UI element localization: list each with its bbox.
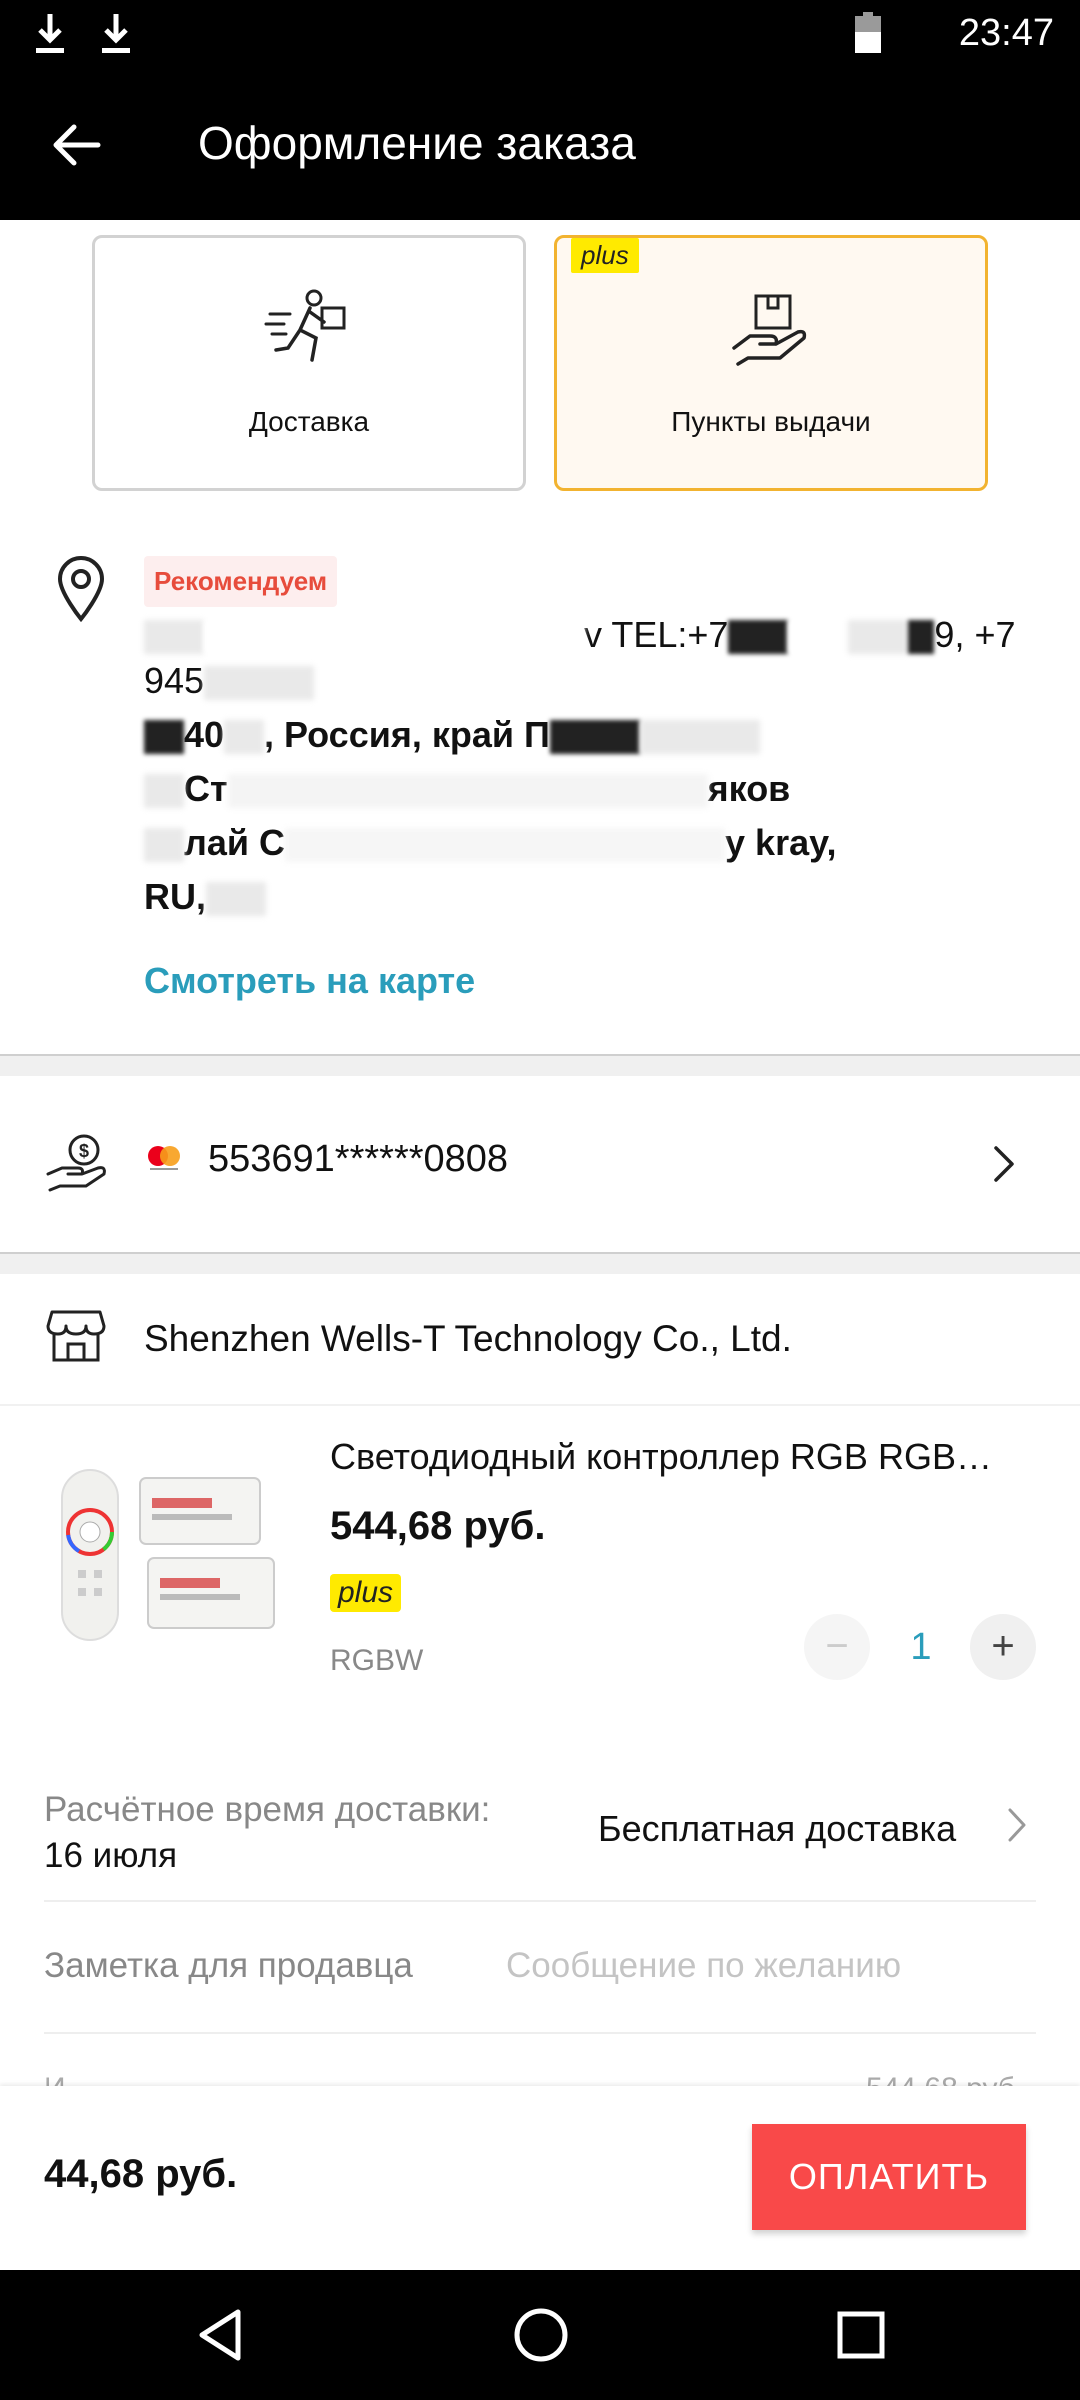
- nav-recents-icon[interactable]: [828, 2302, 894, 2368]
- delivery-option-label: Доставка: [248, 406, 370, 437]
- plus-tag: plus: [571, 238, 639, 273]
- delivery-option-label: Пункты выдачи: [671, 406, 871, 437]
- battery-icon: [855, 12, 881, 53]
- section-divider: [0, 1252, 1080, 1274]
- view-on-map-link[interactable]: Смотреть на карте: [144, 960, 475, 1002]
- chevron-right-icon: [1008, 1808, 1026, 1842]
- seller-note-label: Заметка для продавца: [44, 1946, 413, 1985]
- product-price: 544,68 руб.: [330, 1504, 546, 1548]
- plus-badge: plus: [330, 1574, 402, 1612]
- payment-hand-coin-icon: $: [46, 1134, 106, 1192]
- app-bar: Оформление заказа: [0, 68, 1080, 220]
- page-title: Оформление заказа: [198, 117, 636, 169]
- quantity-decrease-button[interactable]: −: [804, 1614, 870, 1680]
- delivery-eta-label: Расчётное время доставки:: [44, 1790, 491, 1829]
- section-divider: [0, 1054, 1080, 1076]
- address-line-1: v TEL:+7 9, +7: [144, 614, 1016, 656]
- seller-note-input[interactable]: [506, 1940, 1036, 1992]
- courier-icon: [264, 289, 346, 362]
- location-pin-icon: [57, 556, 105, 623]
- address-line-2: 945: [144, 660, 315, 702]
- delivery-option-courier[interactable]: Доставка: [92, 235, 526, 491]
- row-divider: [44, 2032, 1036, 2034]
- delivery-eta-date: 16 июля: [44, 1836, 178, 1875]
- address-line-3: 40, Россия, край П: [144, 714, 760, 756]
- status-bar: 23:47: [0, 0, 1080, 68]
- download-icon: [36, 14, 64, 53]
- nav-home-icon[interactable]: [508, 2302, 574, 2368]
- product-title[interactable]: Светодиодный контроллер RGB RGB…: [330, 1436, 1030, 1478]
- download-icon: [102, 14, 130, 53]
- card-number: 553691******0808: [208, 1138, 509, 1180]
- product-image[interactable]: [40, 1440, 290, 1680]
- row-divider: [0, 1404, 1080, 1406]
- mastercard-icon: [148, 1146, 180, 1170]
- shipping-method: Бесплатная доставка: [598, 1808, 957, 1849]
- delivery-option-pickup[interactable]: plus Пункты выдачи: [554, 235, 988, 491]
- system-nav-bar: [0, 2270, 1080, 2400]
- clock: 23:47: [958, 12, 1054, 54]
- order-total: 44,68 руб.: [44, 2152, 238, 2196]
- pay-button[interactable]: ОПЛАТИТЬ: [752, 2124, 1026, 2230]
- store-name[interactable]: Shenzhen Wells-T Technology Co., Ltd.: [144, 1318, 792, 1360]
- row-divider: [44, 1900, 1036, 1902]
- recommend-badge: Рекомендуем: [144, 556, 338, 607]
- address-line-5: лай Сy kray,: [144, 822, 836, 864]
- address-line-6: RU,: [144, 876, 266, 918]
- address-line-4: Ст яков: [144, 768, 790, 810]
- back-arrow-icon[interactable]: [46, 114, 108, 176]
- quantity-increase-button[interactable]: +: [970, 1614, 1036, 1680]
- store-icon: [46, 1310, 106, 1362]
- quantity-value: 1: [910, 1626, 932, 1668]
- checkout-bar: 44,68 руб. ОПЛАТИТЬ: [0, 2086, 1080, 2270]
- chevron-right-icon[interactable]: [988, 1144, 1018, 1184]
- svg-text:$: $: [79, 1141, 89, 1161]
- pickup-point-icon: [732, 294, 807, 366]
- nav-back-icon[interactable]: [188, 2302, 254, 2368]
- product-variant: RGBW: [330, 1644, 424, 1677]
